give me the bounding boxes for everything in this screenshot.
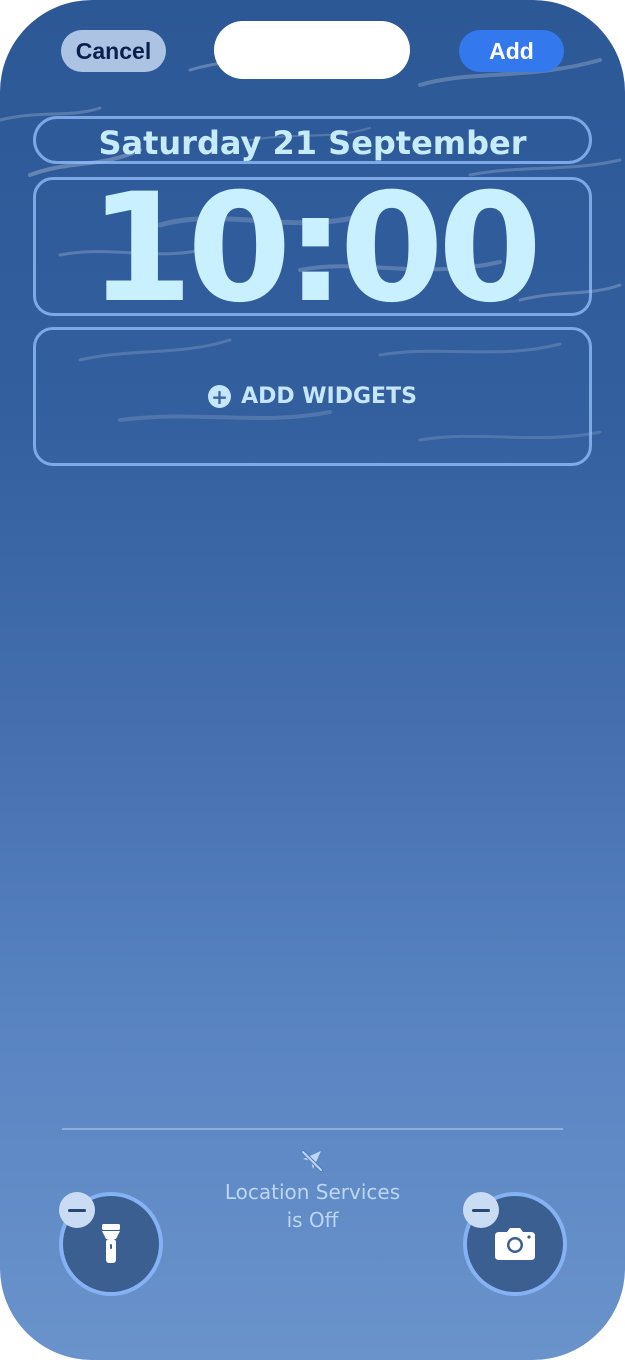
add-widgets-button[interactable]: + ADD WIDGETS [208, 384, 417, 409]
minus-icon [68, 1208, 86, 1212]
add-button[interactable]: Add [459, 30, 564, 72]
minus-icon [472, 1208, 490, 1212]
clock-area[interactable]: 10:00 [33, 174, 592, 324]
add-widgets-label: ADD WIDGETS [241, 384, 417, 409]
camera-icon [495, 1228, 535, 1260]
clock-time: 10:00 [88, 162, 542, 336]
location-off-icon [301, 1150, 323, 1172]
location-notice-line1: Location Services [224, 1180, 401, 1204]
cancel-button[interactable]: Cancel [61, 30, 166, 72]
lockscreen-editor: Cancel Add Saturday 21 September 10:00 +… [0, 0, 625, 1360]
divider [62, 1128, 563, 1130]
dynamic-island [214, 21, 410, 79]
location-services-notice: Location Services is Off [200, 1178, 425, 1234]
date-label: Saturday 21 September [98, 124, 527, 162]
plus-circle-icon: + [208, 385, 232, 408]
remove-camera-button[interactable] [463, 1192, 499, 1228]
location-notice-line2: is Off [286, 1208, 339, 1232]
flashlight-icon [102, 1224, 120, 1263]
remove-flashlight-button[interactable] [59, 1192, 95, 1228]
add-widgets-area[interactable]: + ADD WIDGETS [33, 327, 592, 466]
date-widget-area[interactable]: Saturday 21 September [33, 116, 592, 164]
